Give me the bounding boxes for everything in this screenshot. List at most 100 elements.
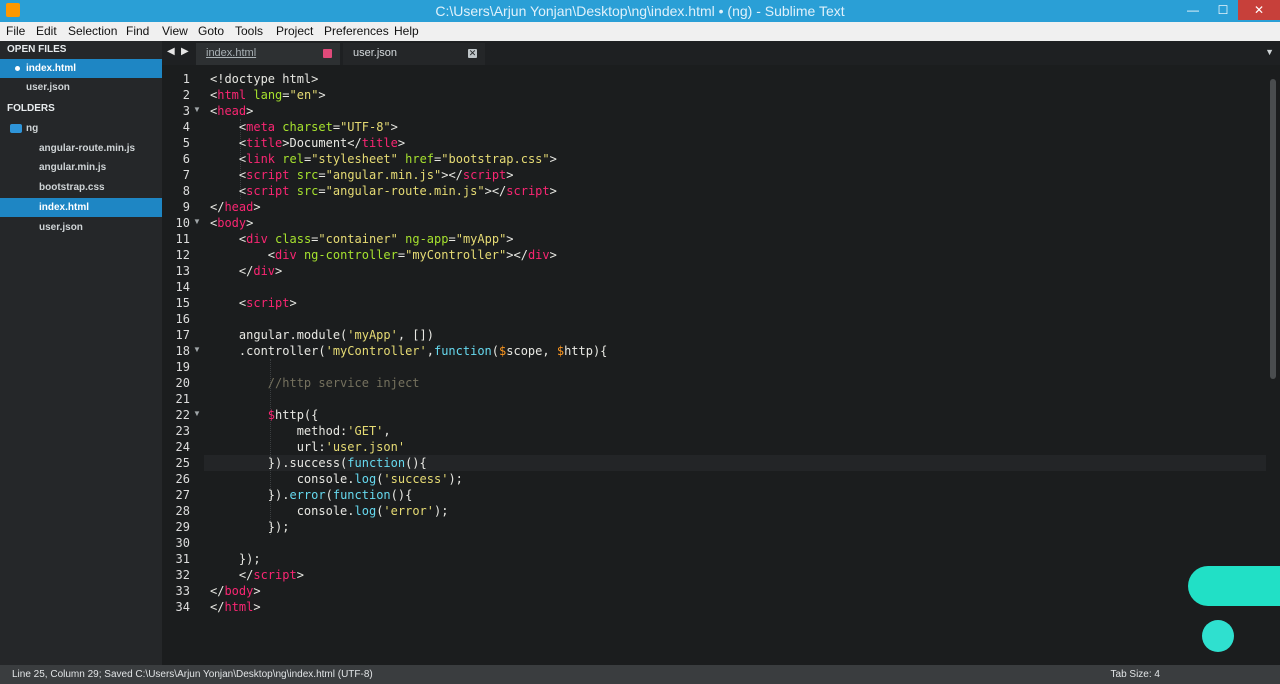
menu-tools[interactable]: Tools [235, 24, 263, 38]
code-line: <html lang="en"> [210, 88, 326, 102]
code-line: //http service inject [267, 376, 420, 390]
tab-list-dropdown-icon[interactable]: ▼ [1265, 47, 1274, 57]
line-number: 5 [182, 136, 190, 150]
file-label: bootstrap.css [39, 182, 105, 193]
line-number: 18 [175, 344, 190, 358]
open-file-user-json[interactable]: user.json [0, 78, 162, 97]
line-number: 24 [175, 440, 190, 454]
tab-index-html[interactable]: index.html [196, 43, 340, 65]
vertical-scrollbar[interactable] [1270, 79, 1276, 379]
line-number: 17 [175, 328, 190, 342]
code-line: </div> [210, 264, 283, 278]
fold-arrow-icon[interactable]: ▼ [193, 409, 201, 418]
fold-arrow-icon[interactable]: ▼ [193, 105, 201, 114]
folders-header: FOLDERS [7, 103, 55, 114]
open-file-label: user.json [26, 82, 70, 93]
menu-find[interactable]: Find [126, 24, 149, 38]
status-text: Line 25, Column 29; Saved C:\Users\Arjun… [12, 669, 373, 680]
code-line: $http({ [267, 408, 319, 422]
code-line: </head> [210, 200, 261, 214]
code-line: </body> [210, 584, 261, 598]
line-number: 31 [175, 552, 190, 566]
menu-preferences[interactable]: Preferences [324, 24, 389, 38]
maximize-button[interactable]: ☐ [1212, 0, 1234, 20]
code-line: <script src="angular.min.js"></script> [210, 168, 514, 182]
file-angular-route-min-js[interactable]: angular-route.min.js [0, 139, 162, 158]
line-number: 11 [175, 232, 190, 246]
folder-label: ng [26, 123, 39, 134]
line-number: 1 [182, 72, 190, 86]
menu-file[interactable]: File [6, 24, 25, 38]
line-number: 16 [175, 312, 190, 326]
menu-goto[interactable]: Goto [198, 24, 224, 38]
code-line: .controller('myController',function($sco… [210, 344, 608, 358]
line-number: 32 [175, 568, 190, 582]
open-file-label: index.html [26, 63, 77, 74]
code-line: <meta charset="UTF-8"> [210, 120, 398, 134]
code-line: <body> [210, 216, 254, 230]
overlay-shape [1188, 566, 1280, 606]
file-bootstrap-css[interactable]: bootstrap.css [0, 178, 162, 197]
file-user-json[interactable]: user.json [0, 218, 162, 237]
line-number: 23 [175, 424, 190, 438]
code-editor[interactable]: 1 2 3 4 5 6 7 8 9 10 11 12 13 14 15 16 1… [162, 65, 1280, 665]
line-number: 27 [175, 488, 190, 502]
line-number: 30 [175, 536, 190, 550]
menu-view[interactable]: View [162, 24, 188, 38]
code-line: }); [210, 552, 261, 566]
tab-size-indicator[interactable]: Tab Size: 4 [1111, 669, 1160, 680]
code-line: <link rel="stylesheet" href="bootstrap.c… [210, 152, 557, 166]
code-line: </script> [210, 568, 304, 582]
line-number: 3 [182, 104, 190, 118]
tab-bar: ◀ ▶ index.html user.json ✕ ▼ [162, 41, 1280, 65]
title-bar: C:\Users\Arjun Yonjan\Desktop\ng\index.h… [0, 0, 1280, 22]
line-number: 7 [182, 168, 190, 182]
line-number: 22 [175, 408, 190, 422]
code-line: </html> [210, 600, 261, 614]
tab-close-icon[interactable]: ✕ [468, 49, 477, 58]
code-line: <script src="angular-route.min.js"></scr… [210, 184, 557, 198]
minimize-button[interactable]: — [1182, 0, 1204, 20]
menu-selection[interactable]: Selection [68, 24, 117, 38]
menu-edit[interactable]: Edit [36, 24, 57, 38]
code-line: <head> [210, 104, 254, 118]
file-angular-min-js[interactable]: angular.min.js [0, 158, 162, 177]
tab-dirty-close-icon[interactable] [323, 49, 332, 58]
code-line: <title>Document</title> [210, 136, 406, 150]
fold-arrow-icon[interactable]: ▼ [193, 217, 201, 226]
code-line: console.log('success'); [210, 472, 463, 486]
line-number: 12 [175, 248, 190, 262]
line-number: 26 [175, 472, 190, 486]
tab-label: index.html [206, 47, 257, 59]
code-line: <div ng-controller="myController"></div> [210, 248, 557, 262]
line-number: 15 [175, 296, 190, 310]
line-number: 21 [175, 392, 190, 406]
line-number: 20 [175, 376, 190, 390]
menu-bar: File Edit Selection Find View Goto Tools… [0, 22, 1280, 41]
line-number: 33 [175, 584, 190, 598]
file-label: index.html [39, 202, 90, 213]
line-number: 14 [175, 280, 190, 294]
line-number: 19 [175, 360, 190, 374]
tab-label: user.json [353, 47, 398, 59]
menu-help[interactable]: Help [394, 24, 419, 38]
code-line: <div class="container" ng-app="myApp"> [210, 232, 514, 246]
menu-project[interactable]: Project [276, 24, 313, 38]
close-button[interactable]: ✕ [1238, 0, 1280, 20]
line-number: 13 [175, 264, 190, 278]
overlay-circle [1202, 620, 1234, 652]
window-title: C:\Users\Arjun Yonjan\Desktop\ng\index.h… [435, 3, 845, 19]
fold-arrow-icon[interactable]: ▼ [193, 345, 201, 354]
open-file-index-html[interactable]: index.html [0, 59, 162, 78]
file-index-html[interactable]: index.html [0, 198, 162, 217]
tab-user-json[interactable]: user.json ✕ [343, 43, 485, 65]
tab-next-arrow-icon[interactable]: ▶ [181, 46, 189, 57]
code-line: }).success(function(){ [210, 456, 427, 470]
tab-prev-arrow-icon[interactable]: ◀ [167, 46, 175, 57]
line-number: 10 [175, 216, 190, 230]
line-number: 2 [182, 88, 190, 102]
folder-ng[interactable]: ng [0, 119, 162, 138]
code-line: <script> [210, 296, 297, 310]
open-files-header: OPEN FILES [7, 44, 67, 55]
folder-icon [10, 124, 22, 133]
